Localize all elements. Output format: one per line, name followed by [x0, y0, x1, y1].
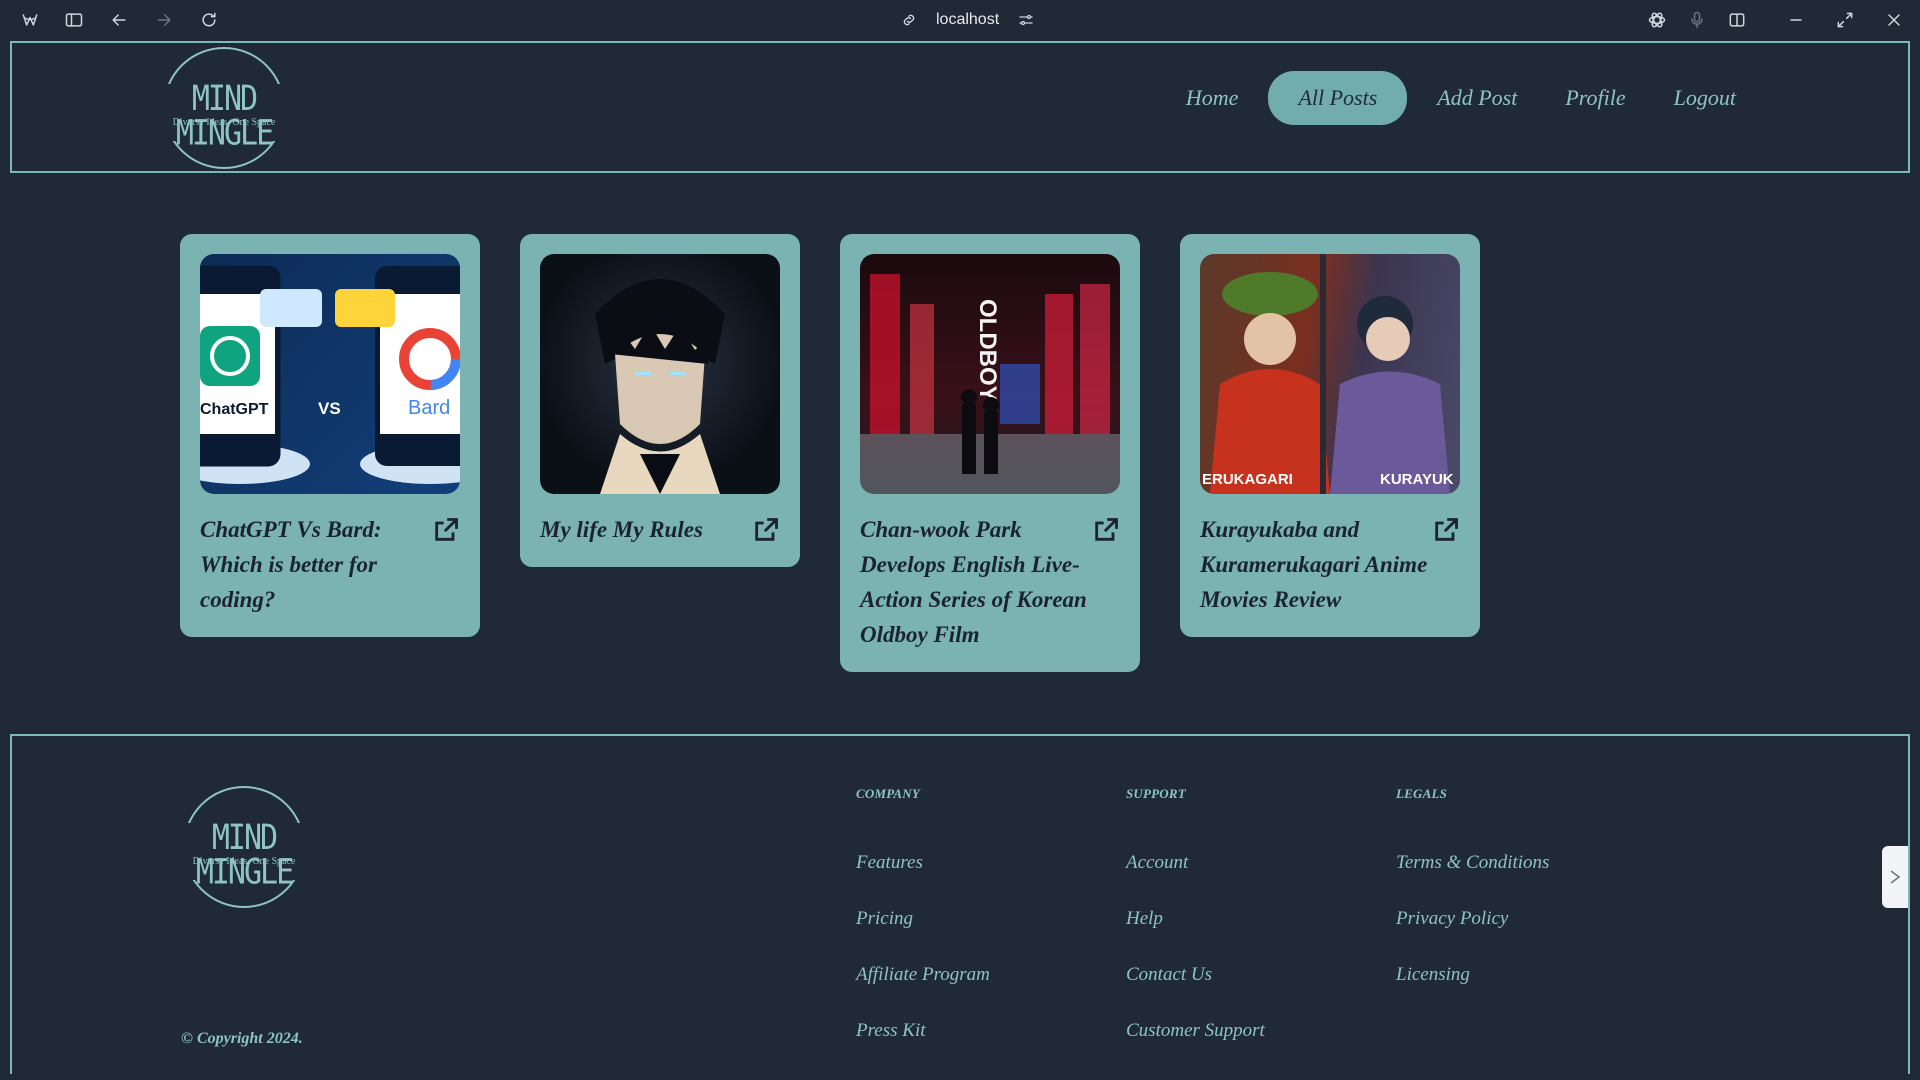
- post-thumbnail[interactable]: [540, 254, 780, 494]
- post-thumbnail[interactable]: ERUKAGARI KURAYUK: [1200, 254, 1460, 494]
- post-card[interactable]: ERUKAGARI KURAYUK Kurayukaba and Kuramer…: [1180, 234, 1480, 637]
- site-footer: MIND MINGLE Diverse Ideas. One Space COM…: [10, 734, 1910, 1074]
- post-card[interactable]: OLDBOY Chan-wook Park Develops English L…: [840, 234, 1140, 672]
- thumb-label-chatgpt: ChatGPT: [200, 401, 269, 418]
- footer-link-press-kit[interactable]: Press Kit: [856, 1020, 990, 1076]
- post-title[interactable]: ChatGPT Vs Bard: Which is better for cod…: [200, 512, 432, 617]
- footer-heading: SUPPORT: [1126, 786, 1186, 801]
- footer-link-terms[interactable]: Terms & Conditions: [1396, 852, 1549, 908]
- forward-icon[interactable]: [152, 8, 176, 32]
- footer-link-account[interactable]: Account: [1126, 852, 1265, 908]
- thumb-label-vs: VS: [318, 399, 341, 418]
- microphone-icon[interactable]: [1685, 8, 1709, 32]
- footer-link-affiliate-program[interactable]: Affiliate Program: [856, 964, 990, 1020]
- footer-heading: COMPANY: [856, 786, 920, 801]
- footer-heading: LEGALS: [1396, 786, 1448, 801]
- posts-grid: ChatGPT VS Bard ChatGPT Vs Bard: Which i…: [180, 234, 1480, 672]
- open-external-icon[interactable]: [752, 516, 780, 544]
- side-panel-handle[interactable]: [1882, 846, 1908, 908]
- minimize-icon[interactable]: [1784, 8, 1808, 32]
- split-view-icon[interactable]: [1725, 8, 1749, 32]
- logo-tagline: Diverse Ideas. One Space: [192, 856, 296, 868]
- nav-add-post[interactable]: Add Post: [1419, 73, 1535, 123]
- footer-link-privacy-policy[interactable]: Privacy Policy: [1396, 908, 1549, 964]
- footer-link-features[interactable]: Features: [856, 852, 990, 908]
- reload-icon[interactable]: [197, 8, 221, 32]
- thumb-label-bard: Bard: [408, 397, 450, 419]
- post-title[interactable]: My life My Rules: [540, 512, 703, 547]
- url-text: localhost: [936, 11, 1000, 28]
- logo-tagline: Diverse Ideas. One Space: [172, 117, 276, 129]
- open-external-icon[interactable]: [1092, 516, 1120, 544]
- nav-all-posts[interactable]: All Posts: [1268, 71, 1408, 125]
- browser-toolbar: localhost: [0, 0, 1920, 40]
- site-settings-icon[interactable]: [1017, 11, 1035, 29]
- post-card[interactable]: My life My Rules: [520, 234, 800, 567]
- thumb-label-oldboy: OLDBOY: [974, 299, 1001, 402]
- open-external-icon[interactable]: [432, 516, 460, 544]
- post-card[interactable]: ChatGPT VS Bard ChatGPT Vs Bard: Which i…: [180, 234, 480, 637]
- footer-logo[interactable]: MIND MINGLE Diverse Ideas. One Space: [181, 786, 307, 908]
- post-thumbnail[interactable]: ChatGPT VS Bard: [200, 254, 460, 494]
- footer-link-licensing[interactable]: Licensing: [1396, 964, 1549, 1020]
- back-icon[interactable]: [107, 8, 131, 32]
- footer-link-customer-support[interactable]: Customer Support: [1126, 1020, 1265, 1076]
- footer-link-contact-us[interactable]: Contact Us: [1126, 964, 1265, 1020]
- restore-icon[interactable]: [1833, 8, 1857, 32]
- close-icon[interactable]: [1882, 8, 1906, 32]
- collapse-icon: [1890, 870, 1901, 884]
- footer-column-company: COMPANY Features Pricing Affiliate Progr…: [856, 786, 990, 1076]
- thumb-label-left: ERUKAGARI: [1202, 471, 1293, 488]
- main-nav: Home All Posts Add Post Profile Logout: [1168, 71, 1754, 125]
- nav-logout[interactable]: Logout: [1656, 73, 1754, 123]
- site-logo[interactable]: MIND MINGLE Diverse Ideas. One Space: [161, 47, 287, 169]
- link-icon: [903, 14, 915, 26]
- nav-home[interactable]: Home: [1168, 73, 1257, 123]
- footer-column-legals: LEGALS Terms & Conditions Privacy Policy…: [1396, 786, 1549, 1020]
- extension-icon[interactable]: [1645, 8, 1669, 32]
- nav-profile[interactable]: Profile: [1547, 73, 1643, 123]
- post-title[interactable]: Chan-wook Park Develops English Live-Act…: [860, 512, 1092, 652]
- post-title[interactable]: Kurayukaba and Kuramerukagari Anime Movi…: [1200, 512, 1432, 617]
- footer-link-pricing[interactable]: Pricing: [856, 908, 990, 964]
- sidebar-toggle-icon[interactable]: [62, 8, 86, 32]
- browser-logo-icon[interactable]: [18, 8, 42, 32]
- address-bar[interactable]: localhost: [900, 8, 1035, 32]
- open-external-icon[interactable]: [1432, 516, 1460, 544]
- footer-column-support: SUPPORT Account Help Contact Us Customer…: [1126, 786, 1265, 1076]
- post-thumbnail[interactable]: OLDBOY: [860, 254, 1120, 494]
- copyright-text: © Copyright 2024.: [181, 1030, 303, 1047]
- footer-link-help[interactable]: Help: [1126, 908, 1265, 964]
- thumb-label-right: KURAYUK: [1380, 471, 1454, 488]
- site-header: MIND MINGLE Diverse Ideas. One Space Hom…: [10, 41, 1910, 173]
